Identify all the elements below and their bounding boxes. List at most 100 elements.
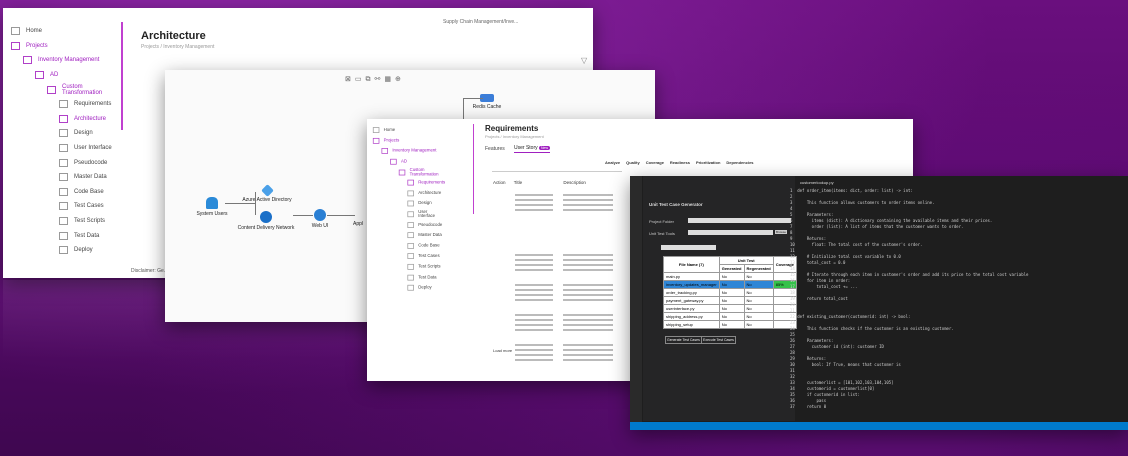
- sidebar-item[interactable]: Architecture: [7, 112, 122, 127]
- toolbar-coverage[interactable]: Coverage: [646, 160, 664, 165]
- table-row[interactable]: [493, 284, 633, 314]
- settings-icon[interactable]: ⊕: [395, 76, 405, 83]
- azure-ad-icon: [260, 184, 274, 197]
- fit-icon[interactable]: ⊠: [345, 76, 355, 83]
- toolbar-prioritization[interactable]: Prioritization: [696, 160, 720, 165]
- grid-icon[interactable]: ▦: [384, 76, 395, 83]
- node-redis[interactable]: Redis Cache: [467, 94, 507, 110]
- folder-icon: [381, 148, 388, 155]
- toolbar-analyze[interactable]: Analyze: [605, 160, 620, 165]
- copy-icon[interactable]: ⧉: [366, 76, 375, 83]
- sidebar-item[interactable]: Master Data: [370, 230, 442, 241]
- sidebar-item[interactable]: Requirements: [7, 97, 122, 112]
- folder-icon: [47, 85, 56, 94]
- tab-features[interactable]: Features: [485, 146, 505, 152]
- sidebar-item[interactable]: Pseudocode: [370, 220, 442, 231]
- node-app[interactable]: Appl: [348, 221, 368, 227]
- sidebar-item-label: Test Data: [418, 275, 437, 280]
- browse-button[interactable]: Browse: [775, 230, 788, 234]
- sidebar-item[interactable]: Deploy: [7, 243, 122, 258]
- sidebar-item[interactable]: Test Cases: [370, 251, 442, 262]
- sidebar-item[interactable]: AD: [7, 68, 122, 83]
- filter-select[interactable]: [661, 245, 716, 250]
- sidebar-item[interactable]: Requirements: [370, 178, 445, 189]
- table-row[interactable]: payment_gateway.py No No: [663, 296, 797, 305]
- node-system-users[interactable]: System Users: [187, 197, 237, 217]
- table-row[interactable]: main.py No No: [663, 272, 797, 281]
- sidebar-item[interactable]: Master Data: [7, 170, 122, 185]
- unit-test-tools-label: Unit Test Tools: [649, 231, 675, 236]
- node-label: Redis Cache: [472, 104, 502, 110]
- sidebar-item[interactable]: Home: [370, 125, 442, 136]
- test-generator-panel: Unit Test Case Generator Project Folder …: [643, 176, 797, 421]
- sidebar-item[interactable]: Deploy: [370, 283, 442, 294]
- node-web-ui[interactable]: Web UI: [305, 209, 335, 229]
- tab-user-story[interactable]: User Story New: [514, 145, 551, 153]
- table-row[interactable]: shipping_setup No No: [663, 320, 797, 329]
- sidebar-item[interactable]: User Interface: [370, 209, 442, 220]
- story-rows: [493, 194, 633, 374]
- folder-icon: [407, 274, 414, 281]
- text-line: [563, 324, 613, 326]
- toolbar-dependencies[interactable]: Dependencies: [726, 160, 753, 165]
- text-line: [515, 209, 553, 211]
- sidebar-item[interactable]: Design: [370, 199, 442, 210]
- text-line: [515, 319, 553, 321]
- table-row[interactable]: [493, 254, 633, 284]
- text-line: [515, 324, 553, 326]
- sidebar-item[interactable]: Home: [7, 24, 122, 39]
- frame-icon[interactable]: ▭: [355, 76, 366, 83]
- table-row[interactable]: [493, 194, 633, 254]
- sidebar-item[interactable]: Projects: [370, 136, 442, 147]
- sidebar-item[interactable]: Custom Transformation: [7, 82, 122, 97]
- table-row[interactable]: [493, 344, 633, 374]
- sidebar-item[interactable]: Test Scripts: [7, 214, 122, 229]
- table-row[interactable]: shipping_address.py No No: [663, 312, 797, 321]
- sidebar-item[interactable]: Code Base: [7, 185, 122, 200]
- editor-tab[interactable]: customerlookup.py: [800, 180, 834, 185]
- node-label: Web UI: [311, 223, 329, 229]
- text-line: [515, 329, 553, 331]
- project-folder-select[interactable]: [688, 218, 791, 223]
- folder-icon: [407, 179, 414, 186]
- sidebar-item[interactable]: Test Data: [370, 272, 442, 283]
- load-more-button[interactable]: Load more: [493, 348, 512, 353]
- sidebar-item[interactable]: Architecture: [370, 188, 442, 199]
- sidebar-item[interactable]: Design: [7, 126, 122, 141]
- table-row[interactable]: inventory_updates_manager No No 85%: [663, 280, 797, 289]
- sidebar-item-label: Deploy: [418, 285, 432, 291]
- table-row[interactable]: order_tracking.py No No: [663, 288, 797, 297]
- sidebar-active-bar: [473, 124, 474, 214]
- sidebar-item[interactable]: Custom Transformation: [370, 167, 442, 178]
- node-cdn[interactable]: Content Delivery Network: [231, 211, 301, 231]
- code-editor[interactable]: 1 def order_item(items: dict, order: lis…: [790, 188, 1028, 410]
- sidebar-item[interactable]: AD: [370, 157, 442, 168]
- sidebar-item[interactable]: Test Data: [7, 228, 122, 243]
- toolbar-quality[interactable]: Quality: [626, 160, 640, 165]
- link-icon[interactable]: ⚯: [375, 76, 385, 83]
- table-row[interactable]: [493, 314, 633, 344]
- sidebar: Home Projects Inventory Management AD Custom…: [7, 24, 122, 258]
- table-row[interactable]: userinterface.py No No: [663, 304, 797, 313]
- sidebar-item-label: Projects: [26, 42, 48, 49]
- tools-input[interactable]: [688, 230, 773, 235]
- sidebar-item[interactable]: Inventory Management: [7, 53, 122, 68]
- folder-icon: [407, 200, 414, 207]
- sidebar-item[interactable]: Inventory Management: [370, 146, 442, 157]
- text-line: [563, 299, 613, 301]
- sidebar-item[interactable]: Test Cases: [7, 199, 122, 214]
- sidebar-item[interactable]: Test Scripts: [370, 262, 442, 273]
- generate-test-cases-button[interactable]: Generate Test Cases: [665, 336, 702, 344]
- text-line: [563, 194, 613, 196]
- text-line: [563, 209, 613, 211]
- filter-icon[interactable]: ▽: [581, 56, 587, 65]
- sidebar-item[interactable]: Code Base: [370, 241, 442, 252]
- node-azure-ad[interactable]: Azure Active Directory: [237, 184, 297, 203]
- text-line: [563, 354, 613, 356]
- sidebar-item[interactable]: User Interface: [7, 141, 122, 156]
- toolbar-readiness[interactable]: Readiness: [670, 160, 690, 165]
- sidebar-item[interactable]: Pseudocode: [7, 155, 122, 170]
- sidebar-item[interactable]: Projects: [7, 39, 122, 54]
- execute-test-cases-button[interactable]: Execute Test Cases: [701, 336, 736, 344]
- text-line: [563, 289, 613, 291]
